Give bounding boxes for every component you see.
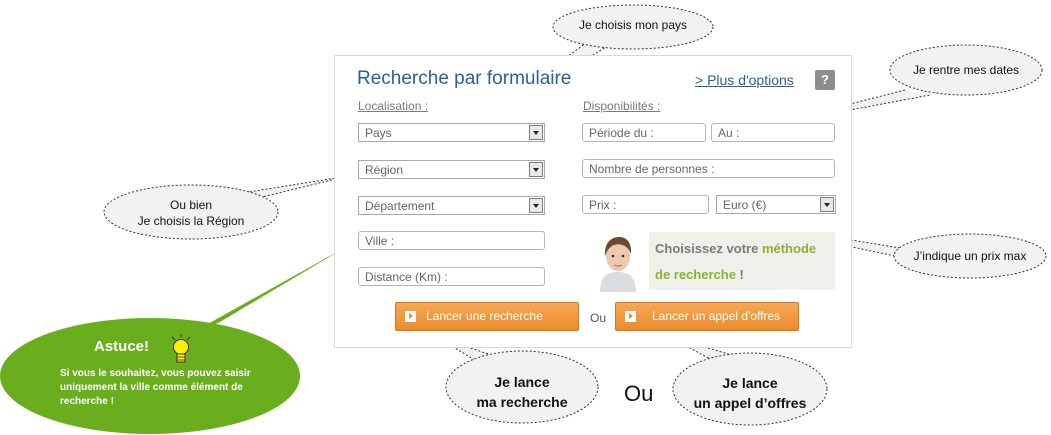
callout-region-text: Ou bien Je choisis la Région bbox=[104, 197, 278, 229]
callout-prix-text: J’indique un prix max bbox=[913, 249, 1027, 263]
region-select-value: Région bbox=[365, 163, 404, 177]
arrow-right-icon bbox=[625, 311, 636, 322]
callout-region-line-1: Ou bien bbox=[169, 198, 213, 212]
region-select[interactable]: Région bbox=[358, 160, 545, 179]
chevron-down-icon[interactable] bbox=[529, 125, 543, 140]
callout-search-line-2: ma recherche bbox=[476, 394, 568, 410]
promo-highlight: méthode bbox=[761, 241, 817, 256]
callout-tender-line-2: un appel d’offres bbox=[693, 395, 807, 411]
city-input[interactable]: Ville : bbox=[358, 231, 545, 250]
promo-highlight: de recherche bbox=[655, 267, 736, 282]
department-select-value: Département bbox=[365, 199, 435, 213]
promo-line-1: Choisissez votre méthode bbox=[655, 241, 816, 256]
tender-button-label: Lancer un appel d'offres bbox=[652, 309, 781, 323]
country-select-value: Pays bbox=[365, 126, 392, 140]
promo-line-2: de recherche ! bbox=[655, 267, 744, 282]
callout-dates-text: Je rentre mes dates bbox=[912, 63, 1020, 77]
callout-search-line-1: Je lance bbox=[494, 374, 550, 390]
tip-body: Si vous le souhaitez, vous pouvez saisir… bbox=[60, 368, 251, 407]
disponibilites-label: Disponibilités : bbox=[583, 99, 661, 113]
tender-button[interactable]: Lancer un appel d'offres bbox=[615, 302, 799, 331]
woman-avatar bbox=[594, 232, 642, 292]
arrow-right-icon bbox=[405, 311, 416, 322]
callout-tender-text: Je lance un appel d’offres bbox=[673, 373, 827, 413]
department-select[interactable]: Département bbox=[358, 196, 545, 215]
form-title: Recherche par formulaire bbox=[357, 68, 572, 89]
callout-region-line-2: Je choisis la Région bbox=[137, 214, 245, 228]
chevron-down-icon[interactable] bbox=[820, 197, 834, 212]
people-count-input[interactable]: Nombre de personnes : bbox=[582, 159, 835, 178]
promo-text: ! bbox=[735, 267, 744, 282]
search-button[interactable]: Lancer une recherche bbox=[395, 302, 579, 331]
chevron-down-icon[interactable] bbox=[529, 198, 543, 213]
currency-select[interactable]: Euro (€) bbox=[716, 195, 836, 214]
currency-select-value: Euro (€) bbox=[723, 198, 767, 212]
price-input[interactable]: Prix : bbox=[582, 195, 709, 214]
search-button-label: Lancer une recherche bbox=[426, 309, 543, 323]
localisation-label: Localisation : bbox=[358, 99, 429, 113]
period-end-input[interactable]: Au : bbox=[711, 123, 835, 142]
period-start-input[interactable]: Période du : bbox=[582, 123, 706, 142]
lightbulb-icon bbox=[171, 334, 191, 363]
promo-text: Choisissez votre bbox=[655, 241, 762, 256]
help-icon[interactable]: ? bbox=[815, 70, 835, 90]
method-promo[interactable]: Choisissez votre méthode de recherche ! bbox=[649, 232, 835, 290]
tip-title: Astuce! bbox=[94, 338, 150, 355]
country-select[interactable]: Pays bbox=[358, 123, 545, 142]
callout-pays-text: Je choisis mon pays bbox=[578, 18, 688, 32]
callout-search-text: Je lance ma recherche bbox=[446, 372, 598, 412]
more-options-link[interactable]: > Plus d'options bbox=[695, 72, 794, 88]
distance-input[interactable]: Distance (Km) : bbox=[358, 267, 545, 286]
callout-tender-line-1: Je lance bbox=[722, 375, 778, 391]
chevron-down-icon[interactable] bbox=[529, 162, 543, 177]
or-separator: Ou bbox=[590, 311, 607, 325]
big-or-text: Ou bbox=[624, 381, 654, 406]
